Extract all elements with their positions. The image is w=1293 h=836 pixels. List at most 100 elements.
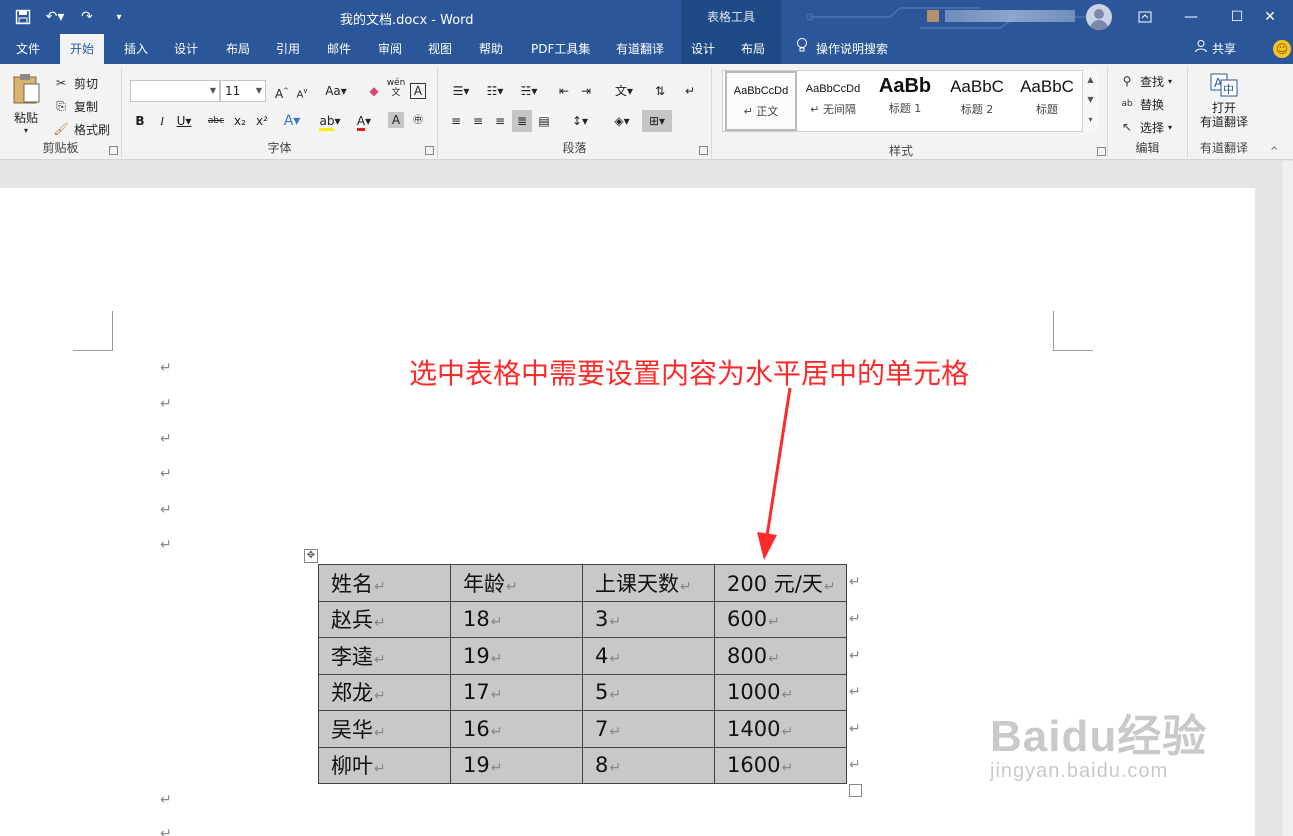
table-cell[interactable]: 7↵	[582, 710, 715, 748]
sort-icon[interactable]: ⇅	[650, 80, 670, 102]
style-heading-2[interactable]: AaBbC 标题 2	[941, 71, 1013, 131]
replace-button[interactable]: ab 替换	[1118, 95, 1164, 113]
strikethrough-icon[interactable]: abc	[206, 110, 226, 132]
table-cell[interactable]: 1000↵	[714, 673, 847, 711]
table-resize-handle[interactable]	[849, 784, 862, 797]
minimize-icon[interactable]: —	[1168, 0, 1214, 34]
table-cell[interactable]: 18↵	[450, 600, 583, 638]
numbering-icon[interactable]: ☷▾	[480, 80, 510, 102]
phonetic-guide-icon[interactable]: wén 文	[386, 78, 406, 100]
tab-view[interactable]: 视图	[418, 34, 462, 64]
table-cell[interactable]: 4↵	[582, 637, 715, 675]
ribbon-display-options-icon[interactable]	[1122, 0, 1168, 34]
table-cell[interactable]: 600↵	[714, 600, 847, 638]
asian-layout-icon[interactable]: 文▾	[610, 80, 638, 102]
table-cell[interactable]: 19↵	[450, 637, 583, 675]
clear-formatting-icon[interactable]: ◆	[364, 80, 384, 102]
subscript-icon[interactable]: x₂	[230, 110, 250, 132]
open-youdao-button[interactable]: A中 打开 有道翻译	[1196, 72, 1252, 129]
tab-review[interactable]: 审阅	[368, 34, 412, 64]
justify-icon[interactable]: ≣	[512, 110, 532, 132]
borders-icon[interactable]: ⊞▾	[642, 110, 672, 132]
tab-home[interactable]: 开始	[60, 34, 105, 64]
avatar[interactable]	[1086, 4, 1112, 30]
table-cell[interactable]: 3↵	[582, 600, 715, 638]
cut-button[interactable]: ✂ 剪切	[52, 74, 98, 92]
change-case-icon[interactable]: Aa▾	[322, 80, 350, 102]
styles-scroll[interactable]: ▲ ▼ ▾	[1082, 70, 1098, 132]
table-move-handle-icon[interactable]: ✥	[304, 549, 318, 563]
table-cell[interactable]: 5↵	[582, 673, 715, 711]
highlight-color-icon[interactable]: ab▾	[316, 110, 344, 132]
chevron-down-icon[interactable]: ▼	[1083, 90, 1098, 110]
tab-table-layout[interactable]: 布局	[731, 34, 781, 64]
table-cell[interactable]: 柳叶↵	[318, 746, 451, 784]
line-spacing-icon[interactable]: ↕▾	[566, 110, 594, 132]
style-no-spacing[interactable]: AaBbCcDd ↵ 无间隔	[797, 71, 869, 131]
show-marks-icon[interactable]: ↵	[680, 80, 700, 102]
align-left-icon[interactable]: ≡	[446, 110, 466, 132]
more-styles-icon[interactable]: ▾	[1083, 110, 1098, 130]
save-icon[interactable]	[10, 6, 36, 28]
table-cell[interactable]: 李逵↵	[318, 637, 451, 675]
tab-file[interactable]: 文件	[6, 34, 50, 64]
table-cell[interactable]: 16↵	[450, 710, 583, 748]
customize-icon[interactable]: ▾	[106, 6, 132, 28]
font-color-icon[interactable]: A▾	[350, 110, 378, 132]
tab-help[interactable]: 帮助	[469, 34, 513, 64]
tab-layout[interactable]: 布局	[216, 34, 260, 64]
table-cell[interactable]: 17↵	[450, 673, 583, 711]
tab-references[interactable]: 引用	[266, 34, 310, 64]
copy-button[interactable]: ⎘ 复制	[52, 97, 98, 115]
table-cell[interactable]: 1600↵	[714, 746, 847, 784]
table-cell[interactable]: 姓名↵	[318, 564, 451, 602]
align-center-icon[interactable]: ≡	[468, 110, 488, 132]
data-table[interactable]: 姓名↵ 年龄↵ 上课天数↵ 200 元/天↵ 赵兵↵ 18↵ 3↵ 600↵ 李…	[318, 564, 847, 784]
format-painter-button[interactable]: 🖌 格式刷	[52, 120, 110, 138]
underline-icon[interactable]: U▾	[174, 110, 194, 132]
style-title[interactable]: AaBbC 标题	[1011, 71, 1083, 131]
increase-indent-icon[interactable]: ⇥	[576, 80, 596, 102]
grow-font-icon[interactable]: A^	[272, 80, 292, 102]
decrease-indent-icon[interactable]: ⇤	[554, 80, 574, 102]
bullets-icon[interactable]: ☰▾	[446, 80, 476, 102]
text-effects-icon[interactable]: A▾	[282, 110, 302, 132]
clipboard-launcher-icon[interactable]	[109, 146, 118, 155]
bold-icon[interactable]: B	[130, 110, 150, 132]
character-shading-icon[interactable]: A	[388, 112, 404, 128]
feedback-smiley-icon[interactable]: ☺	[1273, 40, 1291, 58]
style-heading-1[interactable]: AaBb 标题 1	[869, 71, 941, 131]
superscript-icon[interactable]: x²	[252, 110, 272, 132]
distributed-icon[interactable]: ▤	[534, 110, 554, 132]
styles-launcher-icon[interactable]	[1097, 147, 1106, 156]
tab-insert[interactable]: 插入	[114, 34, 158, 64]
collapse-ribbon-icon[interactable]: ^	[1270, 146, 1278, 157]
table-cell[interactable]: 800↵	[714, 637, 847, 675]
close-icon[interactable]: ✕	[1247, 0, 1293, 34]
tab-pdf-tools[interactable]: PDF工具集	[521, 34, 600, 64]
table-cell[interactable]: 郑龙↵	[318, 673, 451, 711]
italic-icon[interactable]: I	[152, 110, 172, 132]
font-size-input[interactable]: 11 ▼	[220, 80, 266, 102]
redo-icon[interactable]: ↷	[74, 6, 100, 28]
style-normal[interactable]: AaBbCcDd ↵ 正文	[725, 71, 797, 131]
table-cell[interactable]: 200 元/天↵	[714, 564, 847, 602]
multilevel-list-icon[interactable]: ☵▾	[514, 80, 544, 102]
table-cell[interactable]: 8↵	[582, 746, 715, 784]
share-button[interactable]: 共享	[1194, 34, 1236, 64]
paste-button[interactable]: 粘贴 ▾	[8, 72, 44, 135]
font-name-input[interactable]: ▼	[130, 80, 220, 102]
shading-icon[interactable]: ◈▾	[608, 110, 636, 132]
tab-youdao-translate[interactable]: 有道翻译	[606, 34, 674, 64]
table-cell[interactable]: 上课天数↵	[582, 564, 715, 602]
enclose-characters-icon[interactable]: ㊥	[408, 110, 428, 132]
table-cell[interactable]: 年龄↵	[450, 564, 583, 602]
table-cell[interactable]: 1400↵	[714, 710, 847, 748]
table-cell[interactable]: 赵兵↵	[318, 600, 451, 638]
tab-design[interactable]: 设计	[164, 34, 208, 64]
select-button[interactable]: ↖ 选择 ▾	[1118, 118, 1172, 136]
table-cell[interactable]: 吴华↵	[318, 710, 451, 748]
undo-icon[interactable]: ↶▾	[42, 6, 68, 28]
character-border-icon[interactable]: A	[410, 83, 426, 99]
font-launcher-icon[interactable]	[425, 146, 434, 155]
